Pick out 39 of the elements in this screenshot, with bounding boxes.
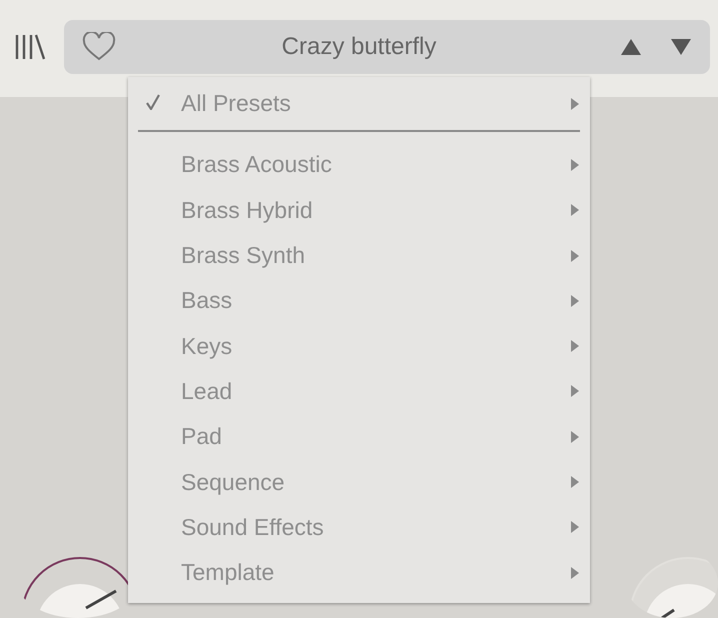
- submenu-arrow-icon: [570, 250, 580, 262]
- menu-item-label: Lead: [181, 378, 234, 405]
- heart-icon[interactable]: [82, 32, 116, 62]
- menu-item-label: Keys: [181, 332, 234, 360]
- submenu-arrow-icon: [570, 294, 580, 307]
- menu-item[interactable]: Lead: [128, 368, 590, 414]
- next-preset-icon[interactable]: [670, 38, 692, 56]
- menu-item-label: Sound Effects: [181, 514, 325, 541]
- menu-item[interactable]: Pad: [128, 414, 590, 460]
- submenu-arrow-icon: [570, 430, 580, 443]
- menu-item[interactable]: Template: [128, 550, 590, 596]
- menu-item-label: Template: [181, 559, 276, 586]
- menu-item-label: Bass: [181, 287, 234, 314]
- menu-item[interactable]: Brass Acoustic: [128, 142, 590, 188]
- submenu-arrow-icon: [570, 476, 580, 488]
- menu-item[interactable]: Brass Hybrid: [128, 188, 590, 233]
- submenu-arrow-icon: [570, 98, 580, 110]
- submenu-arrow-icon: [570, 566, 580, 579]
- previous-preset-icon[interactable]: [620, 38, 642, 56]
- menu-item[interactable]: Sound Effects: [128, 504, 590, 550]
- submenu-arrow-icon: [570, 340, 580, 352]
- submenu-arrow-icon: [570, 521, 580, 534]
- menu-item[interactable]: Keys: [128, 323, 590, 369]
- submenu-arrow-icon: [570, 385, 580, 398]
- submenu-arrow-icon: [570, 204, 580, 216]
- preset-bar[interactable]: Crazy butterfly: [64, 20, 710, 74]
- menu-item-label: All Presets: [181, 90, 292, 118]
- submenu-arrow-icon: [570, 158, 580, 171]
- menu-item[interactable]: Sequence: [128, 459, 590, 505]
- preset-name: Crazy butterfly: [280, 32, 438, 60]
- menu-item-label: Sequence: [181, 468, 286, 496]
- menu-item[interactable]: Brass Synth: [128, 232, 590, 278]
- menu-item[interactable]: All Presets: [128, 81, 590, 126]
- menu-item-label: Pad: [181, 423, 223, 450]
- menu-item-label: Brass Hybrid: [181, 196, 314, 224]
- menu-item-label: Brass Acoustic: [181, 151, 333, 178]
- menu-item[interactable]: Bass: [128, 278, 590, 324]
- library-icon[interactable]: [14, 32, 46, 60]
- menu-item-label: Brass Synth: [181, 242, 306, 270]
